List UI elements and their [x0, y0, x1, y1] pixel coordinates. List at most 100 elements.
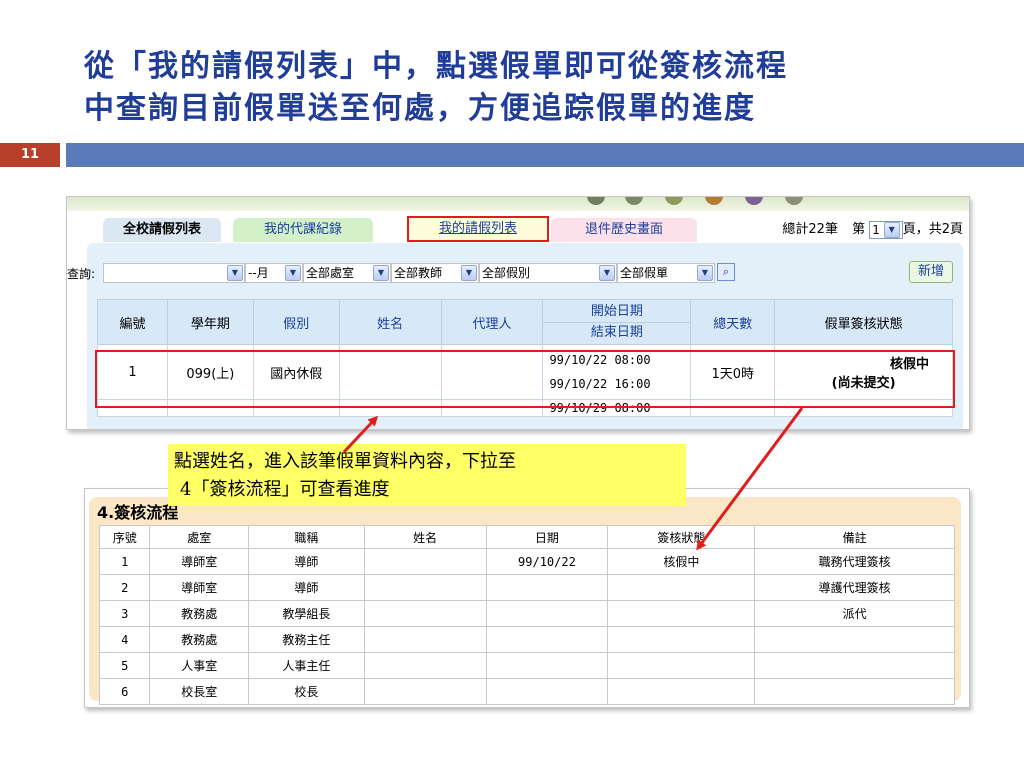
col-header-seq: 序號: [98, 525, 151, 549]
cell-name: [363, 678, 487, 705]
toolbar-dot-icon: [745, 197, 763, 205]
cell-dept: 導師室: [149, 548, 250, 575]
approval-flow-screenshot: 4.簽核流程 序號 處室 職稱 姓名 日期 簽核狀態 備註 1 導師室 導師 9…: [84, 488, 970, 708]
cell-dept: 校長室: [149, 678, 250, 705]
tab-return-history[interactable]: 退件歷史畫面: [551, 218, 697, 242]
page-select[interactable]: 1 ▼: [869, 220, 903, 239]
cell-seq: 5: [98, 652, 151, 679]
table-header-row: 序號 處室 職稱 姓名 日期 簽核狀態 備註: [98, 525, 955, 549]
cell-date: 99/10/22: [485, 548, 609, 575]
filter-teacher-select[interactable]: 全部教師 ▼: [391, 263, 479, 283]
cell-dept: 教務處: [149, 626, 250, 653]
cell-note: 派代: [754, 600, 955, 627]
cell-seq: 4: [98, 626, 151, 653]
table-row: 1 導師室 導師 99/10/22 核假中 職務代理簽核: [98, 548, 955, 575]
table-header-row: 編號 學年期 假別 姓名 代理人 開始日期 結束日期 總天數 假單簽核狀態: [97, 299, 953, 345]
col-header-number: 編號: [97, 299, 168, 345]
table-row: 3 教務處 教學組長 派代: [98, 600, 955, 627]
filter-month-select[interactable]: --月 ▼: [245, 263, 303, 283]
cell-date: [485, 600, 609, 627]
tab-school-leave-list[interactable]: 全校請假列表: [103, 218, 221, 242]
page-suffix: 頁，共2頁: [902, 222, 963, 237]
filter-leave-type-select[interactable]: 全部假別 ▼: [479, 263, 617, 283]
cell-title: 人事主任: [248, 652, 365, 679]
cell-note: [754, 678, 955, 705]
pagination: 總計22筆 第 1 ▼ 頁，共2頁: [782, 218, 963, 242]
toolbar-dot-icon: [705, 197, 723, 205]
cell-approval-status: [607, 678, 756, 705]
row-highlight-box: [95, 350, 955, 408]
approval-table: 序號 處室 職稱 姓名 日期 簽核狀態 備註 1 導師室 導師 99/10/22…: [98, 525, 955, 705]
chevron-down-icon: ▼: [285, 265, 301, 281]
toolbar-dot-icon: [587, 197, 605, 205]
col-header-dept: 處室: [149, 525, 250, 549]
table-row: 2 導師室 導師 導護代理簽核: [98, 574, 955, 601]
col-header-date: 日期: [485, 525, 609, 549]
toolbar-dot-icon: [785, 197, 803, 205]
cell-dept: 人事室: [149, 652, 250, 679]
col-header-note: 備註: [754, 525, 955, 549]
filter-value: 全部處室: [306, 266, 355, 280]
tab-bar: 全校請假列表 我的代課紀錄 我的請假列表 退件歷史畫面 總計22筆 第 1 ▼ 頁…: [67, 213, 969, 243]
filter-semester-select[interactable]: ▼: [103, 263, 245, 283]
tab-my-substitute-records[interactable]: 我的代課紀錄: [233, 218, 373, 242]
chevron-down-icon: ▼: [697, 265, 713, 281]
callout-line-1: 點選姓名，進入該筆假單資料內容，下拉至: [174, 451, 516, 472]
filter-leave-form-select[interactable]: 全部假單 ▼: [617, 263, 715, 283]
cell-name: [363, 548, 487, 575]
slide-title-line-2: 中查詢目前假單送至何處，方便追踪假單的進度: [84, 91, 756, 126]
cell-approval-status: 核假中: [607, 548, 756, 575]
filter-value: 全部教師: [394, 266, 443, 280]
leave-list-screenshot: 全校請假列表 我的代課紀錄 我的請假列表 退件歷史畫面 總計22筆 第 1 ▼ 頁…: [66, 196, 970, 430]
cell-note: 職務代理簽核: [754, 548, 955, 575]
add-button[interactable]: 新增: [909, 261, 953, 283]
cell-approval-status: [607, 574, 756, 601]
col-header-name[interactable]: 姓名: [338, 299, 442, 345]
cell-date: [485, 626, 609, 653]
cell-seq: 6: [98, 678, 151, 705]
col-header-end-date[interactable]: 結束日期: [543, 321, 691, 343]
cell-dept: 教務處: [149, 600, 250, 627]
filter-department-select[interactable]: 全部處室 ▼: [303, 263, 391, 283]
col-header-name: 姓名: [363, 525, 487, 549]
callout-note: 點選姓名，進入該筆假單資料內容，下拉至 4「簽核流程」可查看進度: [168, 444, 686, 506]
cell-note: [754, 652, 955, 679]
filter-value: 全部假單: [620, 266, 669, 280]
cell-name: [363, 600, 487, 627]
chevron-down-icon: ▼: [461, 265, 477, 281]
cell-title: 校長: [248, 678, 365, 705]
cell-date: [485, 574, 609, 601]
cell-title: 導師: [248, 548, 365, 575]
cell-title: 導師: [248, 574, 365, 601]
cell-name: [363, 626, 487, 653]
cell-name: [363, 574, 487, 601]
top-strip: [67, 197, 969, 211]
col-header-agent[interactable]: 代理人: [440, 299, 544, 345]
cell-seq: 3: [98, 600, 151, 627]
chevron-down-icon: ▼: [883, 222, 900, 238]
search-button[interactable]: ⌕: [717, 263, 735, 281]
chevron-down-icon: ▼: [227, 265, 243, 281]
col-header-approval-status: 簽核狀態: [607, 525, 756, 549]
cell-note: [754, 626, 955, 653]
callout-line-2: 4「簽核流程」可查看進度: [180, 479, 390, 500]
col-header-leave-type[interactable]: 假別: [252, 299, 340, 345]
table-row: 6 校長室 校長: [98, 678, 955, 705]
approval-section-title: 4.簽核流程: [97, 503, 179, 522]
cell-approval-status: [607, 600, 756, 627]
cell-note: 導護代理簽核: [754, 574, 955, 601]
cell-seq: 2: [98, 574, 151, 601]
filter-value: 全部假別: [482, 266, 531, 280]
tab-my-leave-list[interactable]: 我的請假列表: [407, 216, 549, 242]
col-header-start-date[interactable]: 開始日期: [543, 302, 690, 322]
slide-title: 從「我的請假列表」中，點選假單即可從簽核流程 中查詢目前假單送至何處，方便追踪假…: [84, 46, 1004, 130]
toolbar-dot-icon: [625, 197, 643, 205]
col-header-total-days[interactable]: 總天數: [690, 299, 776, 345]
query-bar: 查詢: ▼ --月 ▼ 全部處室 ▼ 全部教師 ▼ 全部假別 ▼ 全部假單 ▼ …: [67, 261, 969, 287]
cell-date: [485, 652, 609, 679]
page-prefix: 第: [852, 222, 866, 237]
col-header-title: 職稱: [248, 525, 365, 549]
cell-title: 教務主任: [248, 626, 365, 653]
query-label: 查詢:: [67, 267, 96, 281]
slide-title-line-1: 從「我的請假列表」中，點選假單即可從簽核流程: [84, 49, 788, 84]
